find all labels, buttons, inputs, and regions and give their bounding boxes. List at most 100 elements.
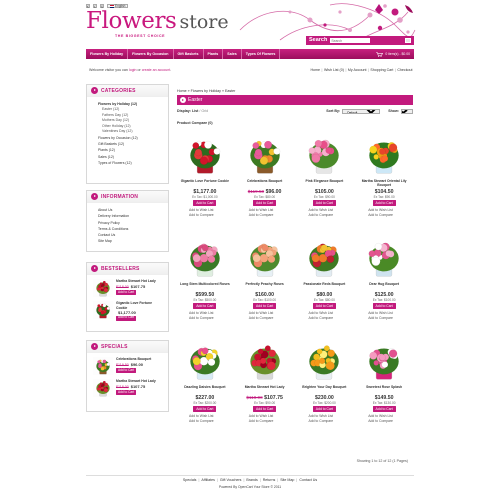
add-to-cart-button[interactable]: Add to Cart xyxy=(372,303,396,309)
add-to-cart-button[interactable]: Add to Cart xyxy=(253,200,277,206)
add-to-cart-button[interactable]: Add to Cart xyxy=(372,406,396,412)
product-image[interactable] xyxy=(363,341,405,381)
add-to-cart-button[interactable]: Add to Cart xyxy=(193,303,217,309)
product-name[interactable]: Gigantic Love Fortune Cookie xyxy=(116,301,162,310)
link-my-account[interactable]: My Account xyxy=(346,68,368,72)
breadcrumb-easter[interactable]: Easter xyxy=(225,89,235,93)
link-wishlist[interactable]: Wish List (0) xyxy=(322,68,345,72)
search-button[interactable] xyxy=(405,38,411,43)
product-image[interactable] xyxy=(244,135,286,175)
add-to-cart-button[interactable]: Add to Cart xyxy=(116,315,137,321)
flower-bouquet-icon xyxy=(96,359,110,375)
footer-link[interactable]: Contact Us xyxy=(297,478,319,482)
add-to-cart-button[interactable]: Add to Cart xyxy=(193,406,217,412)
product-name[interactable]: Celebrations Bouquet xyxy=(240,179,290,187)
add-to-cart-button[interactable]: Add to Cart xyxy=(312,406,336,412)
display-grid[interactable]: Grid xyxy=(201,109,208,113)
product-name[interactable]: Dear Hug Bouquet xyxy=(359,282,409,290)
product-name[interactable]: Passionate Reds Bouquet xyxy=(299,282,349,290)
add-to-cart-button[interactable]: Add to Cart xyxy=(116,390,137,396)
product-thumbnail[interactable] xyxy=(93,379,113,397)
nav-plants[interactable]: Plants xyxy=(204,49,224,59)
product-image[interactable] xyxy=(363,238,405,278)
store-logo[interactable]: Flowers store xyxy=(86,8,229,34)
product-name[interactable]: Martha Stewart Hot Lady xyxy=(240,385,290,393)
product-image[interactable] xyxy=(184,341,226,381)
footer-link[interactable]: Site Map xyxy=(278,478,296,482)
footer-link[interactable]: Brands xyxy=(244,478,259,482)
add-to-compare-link[interactable]: Add to Compare xyxy=(189,213,214,218)
add-to-compare-link[interactable]: Add to Compare xyxy=(249,316,274,321)
product-name[interactable]: Long Stem Multicolored Roses xyxy=(180,282,230,290)
footer-link[interactable]: Gift Vouchers xyxy=(218,478,244,482)
product-name[interactable]: Celebrations Bouquet xyxy=(116,357,151,362)
product-image[interactable] xyxy=(184,238,226,278)
create-account-link[interactable]: create an account xyxy=(142,68,171,72)
footer-link[interactable]: Returns xyxy=(261,478,278,482)
footer: Specials | Affiliates | Gift Vouchers | Brands… xyxy=(86,478,414,489)
add-to-cart-button[interactable]: Add to Cart xyxy=(116,368,137,374)
add-to-compare-link[interactable]: Add to Compare xyxy=(368,316,393,321)
add-to-compare-link[interactable]: Add to Compare xyxy=(249,419,274,424)
add-to-cart-button[interactable]: Add to Cart xyxy=(312,303,336,309)
add-to-compare-link[interactable]: Add to Compare xyxy=(189,419,214,424)
product-name[interactable]: Martha Stewart Hot Lady xyxy=(116,379,156,384)
product-image[interactable] xyxy=(303,135,345,175)
product-name[interactable]: Martha Stewart Hot Lady xyxy=(116,279,156,284)
add-to-compare-link[interactable]: Add to Compare xyxy=(309,419,334,424)
display-list[interactable]: List xyxy=(192,109,198,113)
nav-flowers-by-holiday[interactable]: Flowers By Holiday xyxy=(86,49,129,59)
product-thumbnail[interactable] xyxy=(93,357,113,375)
product-card: Martha Stewart Hot Lady $118.00 $107.75 Ex … xyxy=(235,337,295,440)
nav-sales[interactable]: Sales xyxy=(223,49,242,59)
footer-link[interactable]: Specials xyxy=(181,478,199,482)
add-to-compare-link[interactable]: Add to Compare xyxy=(189,316,214,321)
product-name[interactable]: Sweetest Rose Splash xyxy=(359,385,409,393)
product-image[interactable] xyxy=(303,341,345,381)
product-name[interactable]: Dazzling Daisies Bouquet xyxy=(180,385,230,393)
nav-types-of-flowers[interactable]: Types Of Flowers xyxy=(242,49,281,59)
nav-gift-baskets[interactable]: Gift Baskets xyxy=(174,49,204,59)
product-name[interactable]: Brighten Your Day Bouquet xyxy=(299,385,349,393)
breadcrumb-holiday[interactable]: Flowers by Holiday xyxy=(191,89,221,93)
product-image[interactable] xyxy=(184,135,226,175)
product-image[interactable] xyxy=(244,341,286,381)
product-image[interactable] xyxy=(303,238,345,278)
old-price: $118.00 xyxy=(246,394,263,400)
product-name[interactable]: Pink Elegance Bouquet xyxy=(299,179,349,187)
add-to-compare-link[interactable]: Add to Compare xyxy=(309,213,334,218)
category-item[interactable]: Types of Flowers (12) xyxy=(98,160,157,166)
flower-bouquet-icon xyxy=(368,242,399,277)
product-thumbnail[interactable] xyxy=(93,301,113,319)
sort-select[interactable]: Default xyxy=(342,109,381,114)
add-to-cart-button[interactable]: Add to Cart xyxy=(193,200,217,206)
nav-flowers-by-occasion[interactable]: Flowers By Occasion xyxy=(128,49,174,59)
product-price: $1,177.00 xyxy=(193,188,217,195)
product-name[interactable]: Martha Stewart Oriental Lily Bouquet xyxy=(359,179,409,187)
add-to-compare-link[interactable]: Add to Compare xyxy=(368,213,393,218)
information-link[interactable]: Site Map xyxy=(98,238,157,244)
breadcrumb-home[interactable]: Home xyxy=(177,89,187,93)
add-to-cart-button[interactable]: Add to Cart xyxy=(253,303,277,309)
footer-link[interactable]: Affiliates xyxy=(199,478,217,482)
add-to-compare-link[interactable]: Add to Compare xyxy=(368,419,393,424)
link-home[interactable]: Home xyxy=(309,68,322,72)
product-image[interactable] xyxy=(363,135,405,175)
add-to-cart-button[interactable]: Add to Cart xyxy=(372,200,396,206)
add-to-cart-button[interactable]: Add to Cart xyxy=(253,406,277,412)
add-to-compare-link[interactable]: Add to Compare xyxy=(309,316,334,321)
product-thumbnail[interactable] xyxy=(93,279,113,297)
show-select[interactable]: 25 xyxy=(401,109,413,114)
product-name[interactable]: Perfectly Peachy Roses xyxy=(240,282,290,290)
add-to-cart-button[interactable]: Add to Cart xyxy=(116,290,137,296)
product-compare-link[interactable]: Product Compare (0) xyxy=(177,121,213,125)
product-name[interactable]: Gigantic Love Fortune Cookie xyxy=(180,179,230,187)
add-to-compare-link[interactable]: Add to Compare xyxy=(249,213,274,218)
add-to-cart-button[interactable]: Add to Cart xyxy=(312,200,336,206)
product-image[interactable] xyxy=(244,238,286,278)
cart-summary[interactable]: 0 item(s) - $0.00 xyxy=(376,51,414,57)
search-input[interactable] xyxy=(330,37,371,44)
link-checkout[interactable]: Checkout xyxy=(396,68,414,72)
flower-bouquet-icon xyxy=(190,243,220,277)
link-shopping-cart[interactable]: Shopping Cart xyxy=(369,68,395,72)
